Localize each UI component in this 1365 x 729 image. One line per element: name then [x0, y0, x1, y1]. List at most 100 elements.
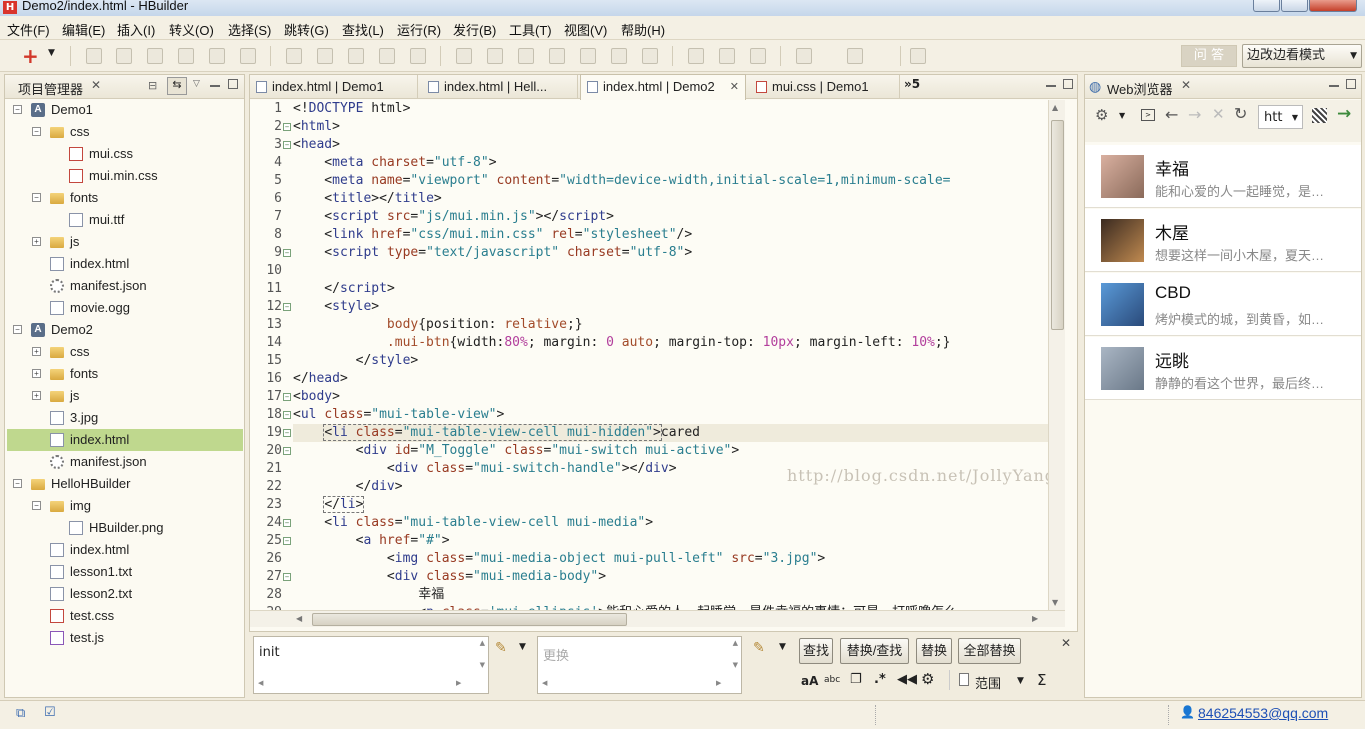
tree-item[interactable]: lesson1.txt — [7, 561, 243, 583]
collapse-icon[interactable]: − — [32, 501, 41, 510]
tree-item[interactable]: + css — [7, 341, 243, 363]
user-email-link[interactable]: 846254553@qq.com — [1198, 705, 1328, 721]
minimize-button[interactable] — [1253, 0, 1280, 12]
media-list-item[interactable]: 幸福 能和心爱的人一起睡觉，是… — [1085, 145, 1361, 208]
toggle-icon[interactable] — [487, 48, 503, 64]
font-increase-icon[interactable] — [719, 48, 735, 64]
replace-all-button[interactable]: 全部替换 — [958, 638, 1021, 664]
code-line[interactable]: <head> — [293, 136, 340, 154]
replace-history-icon[interactable]: ✎ — [753, 640, 765, 656]
code-line[interactable]: <meta charset="utf-8"> — [293, 154, 496, 172]
close-window-button[interactable] — [1309, 0, 1357, 12]
scroll-left-icon[interactable]: ◀ — [296, 614, 302, 623]
new-window-icon[interactable]: ⧉ — [16, 706, 25, 721]
find-history-dropdown-icon[interactable]: ▼ — [519, 642, 526, 652]
collapse-icon[interactable]: − — [13, 479, 22, 488]
code-line[interactable]: <script type="text/javascript" charset="… — [293, 244, 692, 262]
regex-toggle[interactable]: .* — [874, 672, 886, 687]
maximize-button[interactable] — [1281, 0, 1308, 12]
tree-item[interactable]: − img — [7, 495, 243, 517]
tree-item[interactable]: − fonts — [7, 187, 243, 209]
find-scroll-down-icon[interactable]: ▼ — [480, 661, 485, 669]
align-center-icon[interactable] — [317, 48, 333, 64]
code-line[interactable]: <img class="mui-media-object mui-pull-le… — [293, 550, 825, 568]
scroll-down-icon[interactable]: ▼ — [1052, 598, 1058, 607]
fold-marker-icon[interactable]: − — [283, 393, 291, 401]
close-browser-tab-icon[interactable]: ✕ — [1181, 78, 1191, 92]
run-icon[interactable] — [796, 48, 812, 64]
menu-item-2[interactable]: 插入(I) — [117, 20, 155, 39]
menu-item-7[interactable]: 运行(R) — [397, 20, 441, 39]
code-line[interactable]: </div> — [293, 478, 403, 496]
font-decrease-icon[interactable] — [750, 48, 766, 64]
tree-item[interactable]: manifest.json — [7, 275, 243, 297]
code-line[interactable]: <!DOCTYPE html> — [293, 100, 410, 118]
tree-item[interactable]: index.html — [7, 539, 243, 561]
menu-item-3[interactable]: 转义(O) — [169, 20, 214, 39]
maximize-editor-icon[interactable] — [1063, 79, 1073, 89]
align-right-icon[interactable] — [348, 48, 364, 64]
tree-item[interactable]: index.html — [7, 429, 243, 451]
code-line[interactable]: </head> — [293, 370, 348, 388]
collapse-icon[interactable]: − — [32, 193, 41, 202]
code-line[interactable]: <li class="mui-table-view-cell mui-media… — [293, 514, 653, 532]
match-case-toggle[interactable]: aA — [801, 674, 818, 688]
tree-item[interactable]: − HelloHBuilder — [7, 473, 243, 495]
editor-tab[interactable]: index.html | Demo2 ✕ — [580, 74, 746, 100]
find-scroll-right-icon[interactable]: ▶ — [456, 679, 461, 687]
media-list-item[interactable]: 木屋 想要这样一间小木屋，夏天… — [1085, 209, 1361, 272]
tree-item[interactable]: movie.ogg — [7, 297, 243, 319]
code-line[interactable]: <li class="mui-table-view-cell mui-hidde… — [293, 424, 700, 442]
tree-item[interactable]: + js — [7, 385, 243, 407]
replace-button[interactable]: 替换 — [916, 638, 952, 664]
horizontal-scroll-thumb[interactable] — [312, 613, 627, 626]
code-area[interactable]: http://blog.csdn.net/JollyYang_ 1 <!DOCTY… — [250, 100, 1048, 610]
export-icon[interactable] — [147, 48, 163, 64]
code-line[interactable]: </style> — [293, 352, 419, 370]
outdent-icon[interactable] — [410, 48, 426, 64]
tree-item[interactable]: manifest.json — [7, 451, 243, 473]
tree-item[interactable]: test.css — [7, 605, 243, 627]
close-find-icon[interactable]: ✕ — [1061, 636, 1071, 650]
find-button[interactable]: 查找 — [799, 638, 833, 664]
fold-marker-icon[interactable]: − — [283, 411, 291, 419]
tree-item[interactable]: index.html — [7, 253, 243, 275]
open-icon[interactable] — [611, 48, 627, 64]
editor-tab[interactable]: mui.css | Demo1 — [750, 75, 900, 99]
code-line[interactable]: <link href="css/mui.min.css" rel="styles… — [293, 226, 692, 244]
code-line[interactable]: 幸福 — [293, 586, 444, 604]
qr-code-icon[interactable] — [1312, 108, 1327, 123]
undo-icon[interactable] — [178, 48, 194, 64]
expand-icon[interactable]: + — [32, 369, 41, 378]
fold-marker-icon[interactable]: − — [283, 573, 291, 581]
scope-dropdown-icon[interactable]: ▼ — [1017, 676, 1024, 686]
minimize-panel-icon[interactable] — [210, 85, 220, 87]
tree-item[interactable]: mui.css — [7, 143, 243, 165]
fold-marker-icon[interactable]: − — [283, 141, 291, 149]
replace-input[interactable]: 更换 ▲ ▼ ◀ ▶ — [537, 636, 742, 694]
find-scroll-left-icon[interactable]: ◀ — [258, 679, 263, 687]
next-edit-icon[interactable] — [580, 48, 596, 64]
find-scroll-up-icon[interactable]: ▲ — [480, 639, 485, 647]
stop-icon[interactable]: ✕ — [1212, 105, 1225, 123]
tree-item[interactable]: − css — [7, 121, 243, 143]
code-line[interactable]: <title></title> — [293, 190, 441, 208]
code-line[interactable]: <html> — [293, 118, 340, 136]
replace-scroll-down-icon[interactable]: ▼ — [733, 661, 738, 669]
url-input[interactable]: htt ▼ — [1258, 105, 1303, 129]
indent-icon[interactable] — [379, 48, 395, 64]
jump-icon[interactable] — [518, 48, 534, 64]
editor-vertical-scrollbar[interactable]: ▲ ▼ — [1048, 100, 1065, 610]
fold-marker-icon[interactable]: − — [283, 447, 291, 455]
media-list-item[interactable]: 远眺 静静的看这个世界，最后终… — [1085, 337, 1361, 400]
url-dropdown-icon[interactable]: ▼ — [1292, 113, 1298, 122]
code-line[interactable]: <a href="#"> — [293, 532, 450, 550]
collapse-icon[interactable]: − — [32, 127, 41, 136]
code-line[interactable]: <style> — [293, 298, 379, 316]
view-menu-icon[interactable]: ▽ — [193, 79, 200, 89]
code-line[interactable]: .mui-btn{width:80%; margin: 0 auto; marg… — [293, 334, 951, 352]
back-arrow-icon[interactable]: ← — [1165, 105, 1178, 124]
scroll-right-icon[interactable]: ▶ — [1032, 614, 1038, 623]
tree-item[interactable]: 3.jpg — [7, 407, 243, 429]
whole-word-toggle[interactable]: abc — [824, 675, 840, 685]
